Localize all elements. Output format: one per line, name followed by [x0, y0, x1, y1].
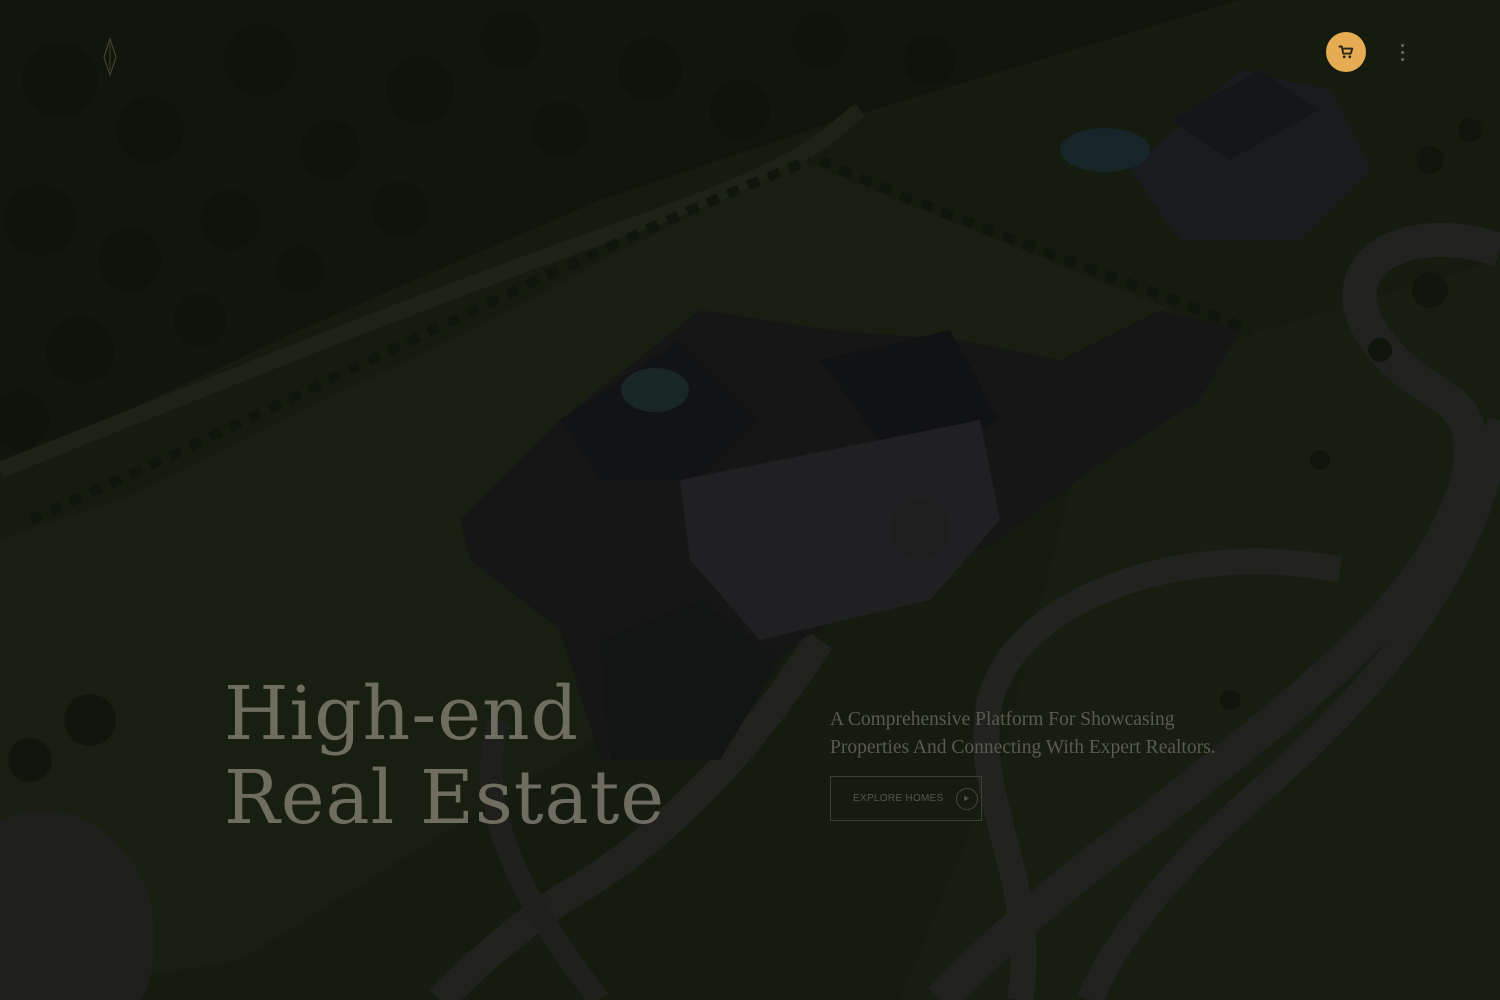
- hero-headline: High-end Real Estate: [224, 672, 665, 840]
- hero-tagline-line-2: Properties And Connecting With Expert Re…: [830, 737, 1216, 758]
- hero-section: High-end Real Estate A Comprehensive Pla…: [0, 0, 1500, 1000]
- hero-tagline-line-1: A Comprehensive Platform For Showcasing: [830, 709, 1175, 730]
- dark-overlay: [0, 0, 1500, 1000]
- vertical-dots-icon: [1400, 57, 1404, 61]
- vertical-dots-icon: [1400, 43, 1404, 47]
- vertical-dots-icon: [1400, 50, 1404, 54]
- cart-button[interactable]: [1326, 32, 1366, 72]
- explore-homes-label: EXPLORE HOMES: [853, 793, 944, 804]
- hero-headline-line-2: Real Estate: [224, 755, 666, 841]
- hero-headline-line-1: High-end: [224, 671, 580, 757]
- explore-homes-button[interactable]: EXPLORE HOMES ▸: [830, 776, 982, 821]
- cart-icon: [1338, 45, 1354, 59]
- menu-button[interactable]: [1393, 38, 1411, 66]
- diamond-logo-icon[interactable]: [101, 38, 119, 76]
- hero-tagline: A Comprehensive Platform For Showcasing …: [830, 706, 1270, 762]
- arrow-right-icon: ▸: [955, 787, 978, 810]
